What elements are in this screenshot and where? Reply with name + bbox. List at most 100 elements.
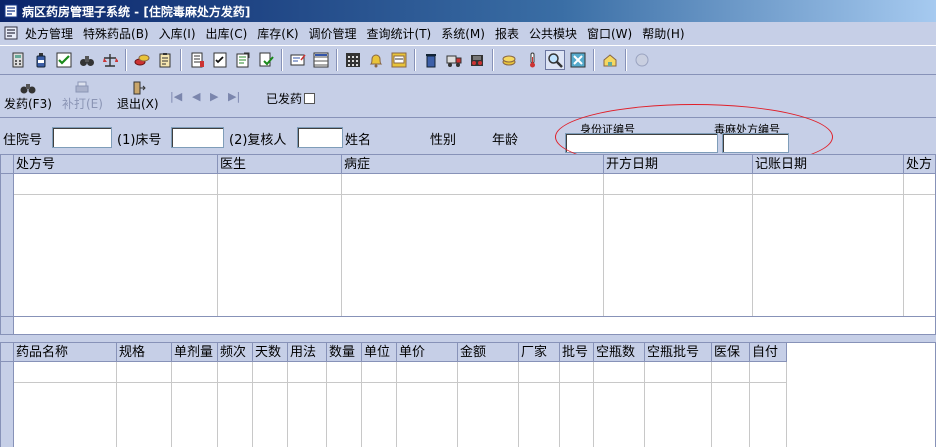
- row-indicator-header: [1, 155, 14, 174]
- col-amount[interactable]: 金额: [458, 343, 519, 362]
- dispensed-label: 已发药: [266, 92, 303, 106]
- grid-line: [711, 362, 712, 447]
- screen-icon[interactable]: [288, 50, 308, 70]
- binoculars-icon[interactable]: [77, 50, 97, 70]
- row-indicator-header: [1, 343, 14, 362]
- grid-row-line: [14, 194, 935, 195]
- col-batch-no[interactable]: 批号: [560, 343, 594, 362]
- house-icon[interactable]: [600, 50, 620, 70]
- thermometer-icon[interactable]: [522, 50, 542, 70]
- close-box-icon[interactable]: [568, 50, 588, 70]
- dispensed-checkbox[interactable]: [304, 93, 316, 104]
- bottle-icon[interactable]: [31, 50, 51, 70]
- col-manufacturer[interactable]: 厂家: [519, 343, 560, 362]
- window-title: 病区药房管理子系统 - [住院毒麻处方发药]: [22, 4, 251, 19]
- folder-icon[interactable]: [467, 50, 487, 70]
- menu-rx-manage[interactable]: 处方管理: [20, 25, 78, 42]
- row-indicator-column: [1, 362, 14, 447]
- col-frequency[interactable]: 频次: [218, 343, 253, 362]
- prescription-grid[interactable]: 处方号 医生 病症 开方日期 记账日期 处方: [0, 154, 936, 335]
- globe-icon[interactable]: [632, 50, 652, 70]
- menu-price-adjust[interactable]: 调价管理: [304, 25, 362, 42]
- check-icon[interactable]: [54, 50, 74, 70]
- menu-reports[interactable]: 报表: [490, 25, 524, 42]
- coins-icon[interactable]: [132, 50, 152, 70]
- scale-icon[interactable]: [100, 50, 120, 70]
- menu-common[interactable]: 公共模块: [524, 25, 582, 42]
- grid-line: [341, 174, 342, 316]
- clipboard-icon[interactable]: [155, 50, 175, 70]
- checklist-icon[interactable]: [210, 50, 230, 70]
- col-insurance[interactable]: 医保: [712, 343, 750, 362]
- menu-stock-out[interactable]: 出库(C): [201, 25, 253, 42]
- col-rx-no[interactable]: 处方号: [14, 155, 218, 174]
- col-empty-batch[interactable]: 空瓶批号: [645, 343, 712, 362]
- grid-line: [252, 362, 253, 447]
- inpatient-no-input[interactable]: [52, 127, 112, 148]
- last-record-icon[interactable]: ▶|: [228, 90, 240, 103]
- first-record-icon[interactable]: |◀: [170, 90, 182, 103]
- dispensed-checkbox-group[interactable]: 已发药: [266, 90, 316, 107]
- menu-special-drugs[interactable]: 特殊药品(B): [78, 25, 154, 42]
- prev-record-icon[interactable]: ◀: [192, 90, 200, 103]
- approve-icon[interactable]: [256, 50, 276, 70]
- col-diagnosis[interactable]: 病症: [342, 155, 604, 174]
- document-icon[interactable]: [187, 50, 207, 70]
- menu-help[interactable]: 帮助(H): [637, 25, 689, 42]
- reprint-button[interactable]: 补打(E): [62, 81, 103, 112]
- col-single-dose[interactable]: 单剂量: [172, 343, 218, 362]
- grid-line: [457, 362, 458, 447]
- age-value: [524, 127, 562, 148]
- col-billing-date[interactable]: 记账日期: [753, 155, 904, 174]
- menu-window[interactable]: 窗口(W): [582, 25, 637, 42]
- col-days[interactable]: 天数: [253, 343, 288, 362]
- drug-grid[interactable]: 药品名称 规格 单剂量 频次 天数 用法 数量 单位 单价 金额 厂家 批号 空…: [0, 342, 936, 447]
- menu-inventory[interactable]: 库存(K): [252, 25, 303, 42]
- grid-line: [217, 174, 218, 316]
- menu-bar: 处方管理 特殊药品(B) 入库(I) 出库(C) 库存(K) 调价管理 查询统计…: [0, 23, 936, 43]
- grid-line: [518, 362, 519, 447]
- inpatient-no-label: 住院号: [3, 133, 43, 148]
- trash-icon[interactable]: [421, 50, 441, 70]
- truck-icon[interactable]: [444, 50, 464, 70]
- col-rx-date[interactable]: 开方日期: [604, 155, 753, 174]
- grid-icon[interactable]: [311, 50, 331, 70]
- grid-line: [603, 174, 604, 316]
- col-rx-more[interactable]: 处方: [904, 155, 935, 174]
- reviewer-input[interactable]: [297, 127, 343, 148]
- menu-stock-in[interactable]: 入库(I): [154, 25, 201, 42]
- toolbar: [0, 45, 936, 75]
- grid-row-line: [14, 382, 787, 383]
- grid-line: [644, 362, 645, 447]
- col-unit-price[interactable]: 单价: [397, 343, 458, 362]
- form-icon[interactable]: [233, 50, 253, 70]
- col-doctor[interactable]: 医生: [218, 155, 342, 174]
- next-record-icon[interactable]: ▶: [210, 90, 218, 103]
- col-usage[interactable]: 用法: [288, 343, 327, 362]
- app-menu-icon[interactable]: [4, 26, 18, 40]
- col-self-pay[interactable]: 自付: [750, 343, 787, 362]
- col-spec[interactable]: 规格: [117, 343, 172, 362]
- id-card-input[interactable]: [565, 133, 718, 153]
- menu-system[interactable]: 系统(M): [436, 25, 490, 42]
- toolbar-separator: [180, 49, 182, 71]
- coins-icon[interactable]: [499, 50, 519, 70]
- col-quantity[interactable]: 数量: [327, 343, 362, 362]
- bed-no-input[interactable]: [171, 127, 224, 148]
- calendar-icon[interactable]: [343, 50, 363, 70]
- drug-grid-header: 药品名称 规格 单剂量 频次 天数 用法 数量 单位 单价 金额 厂家 批号 空…: [1, 343, 787, 362]
- col-empty-bottles[interactable]: 空瓶数: [594, 343, 645, 362]
- stamp-icon[interactable]: [389, 50, 409, 70]
- exit-button[interactable]: 退出(X): [117, 81, 159, 112]
- menu-query-stats[interactable]: 查询统计(T): [362, 25, 437, 42]
- printer-icon: [75, 81, 89, 93]
- dispense-button[interactable]: 发药(F3): [4, 81, 52, 112]
- col-drug-name[interactable]: 药品名称: [14, 343, 117, 362]
- col-unit[interactable]: 单位: [362, 343, 397, 362]
- calculator-icon[interactable]: [8, 50, 28, 70]
- narcotic-rx-no-input[interactable]: [722, 133, 789, 153]
- magnifier-icon[interactable]: [545, 50, 565, 70]
- filter-panel: 住院号 (1)床号 (2)复核人 姓名 性别 年龄 身份证编号 毒麻处方编号: [0, 120, 936, 156]
- bell-icon[interactable]: [366, 50, 386, 70]
- reprint-label: 补打(E): [62, 97, 103, 111]
